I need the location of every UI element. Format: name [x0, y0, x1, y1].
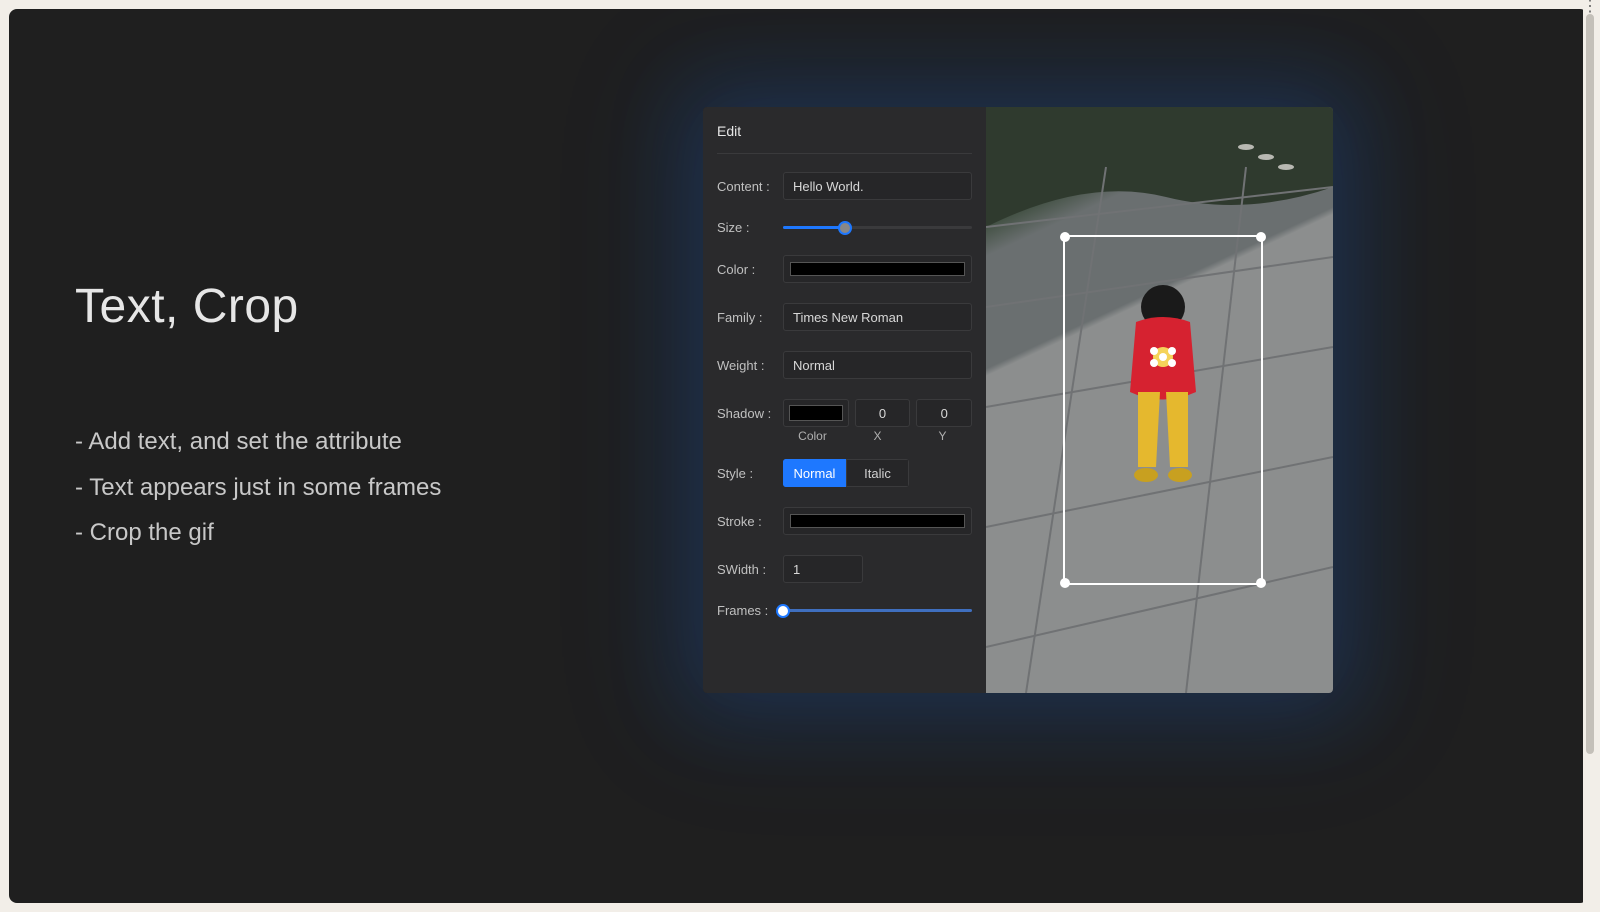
content-label: Content : [717, 179, 783, 194]
style-label: Style : [717, 466, 783, 481]
divider [717, 153, 972, 154]
content-row: Content : [717, 172, 972, 200]
bullet-item: Text appears just in some frames [75, 465, 635, 511]
weight-row: Weight : [717, 351, 972, 379]
shadow-color-picker[interactable] [783, 399, 849, 427]
shadow-sublabels-row: Color X Y [717, 425, 972, 443]
swidth-row: SWidth : 1 [717, 555, 972, 583]
crop-handle-tr[interactable] [1256, 232, 1266, 242]
stroke-color-picker[interactable] [783, 507, 972, 535]
editor-and-preview: Edit Content : Size : Color : [703, 107, 1333, 693]
edit-panel-title: Edit [717, 123, 972, 139]
size-row: Size : [717, 220, 972, 235]
style-normal-button[interactable]: Normal [783, 459, 846, 487]
style-row: Style : Normal Italic [717, 459, 972, 487]
page-title: Text, Crop [75, 279, 635, 334]
app-window: Text, Crop Add text, and set the attribu… [9, 9, 1588, 903]
stroke-row: Stroke : [717, 507, 972, 535]
shadow-sub-x: X [848, 429, 907, 443]
frames-label: Frames : [717, 603, 783, 618]
bullet-item: Crop the gif [75, 510, 635, 556]
shadow-label: Shadow : [717, 406, 783, 421]
edit-panel: Edit Content : Size : Color : [703, 107, 986, 693]
page-scrollbar[interactable] [1583, 0, 1597, 912]
color-label: Color : [717, 262, 783, 277]
style-italic-button[interactable]: Italic [846, 459, 909, 487]
shadow-row: Shadow : 0 0 [717, 399, 972, 427]
shadow-sub-color: Color [783, 429, 842, 443]
window-menu-icon[interactable]: ⋮ [1582, 4, 1596, 10]
content-input[interactable] [783, 172, 972, 200]
crop-rectangle[interactable] [1063, 235, 1263, 585]
shadow-sub-y: Y [913, 429, 972, 443]
weight-select[interactable] [783, 351, 972, 379]
stroke-label: Stroke : [717, 514, 783, 529]
size-slider[interactable] [783, 221, 972, 235]
shadow-y-input[interactable]: 0 [916, 399, 972, 427]
family-label: Family : [717, 310, 783, 325]
size-label: Size : [717, 220, 783, 235]
bullet-item: Add text, and set the attribute [75, 419, 635, 465]
color-picker[interactable] [783, 255, 972, 283]
frames-range-slider[interactable] [783, 604, 972, 618]
swidth-label: SWidth : [717, 562, 783, 577]
shadow-x-input[interactable]: 0 [855, 399, 911, 427]
preview-area [986, 107, 1333, 693]
frames-row: Frames : [717, 603, 972, 618]
swidth-input[interactable]: 1 [783, 555, 863, 583]
crop-handle-tl[interactable] [1060, 232, 1070, 242]
weight-label: Weight : [717, 358, 783, 373]
crop-handle-bl[interactable] [1060, 578, 1070, 588]
scrollbar-thumb[interactable] [1586, 14, 1594, 754]
style-segmented: Normal Italic [783, 459, 909, 487]
left-text-column: Text, Crop Add text, and set the attribu… [75, 279, 635, 556]
color-row: Color : [717, 255, 972, 283]
family-select[interactable] [783, 303, 972, 331]
crop-handle-br[interactable] [1256, 578, 1266, 588]
family-row: Family : [717, 303, 972, 331]
feature-bullet-list: Add text, and set the attribute Text app… [75, 419, 635, 556]
